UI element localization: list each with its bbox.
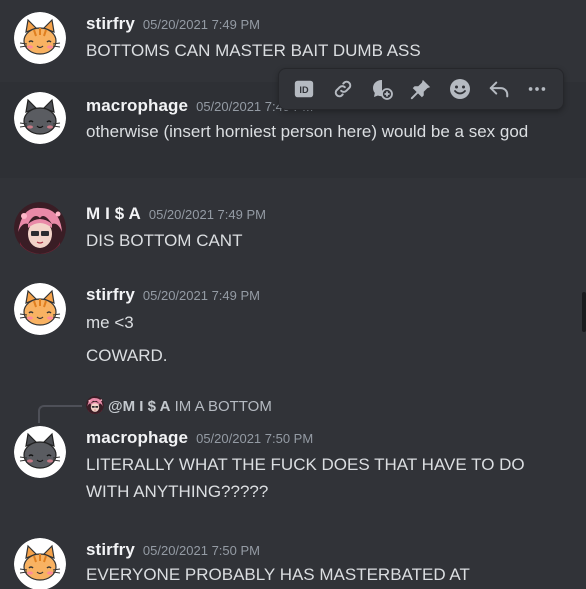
timestamp[interactable]: 05/20/2021 7:49 PM <box>149 207 266 222</box>
avatar[interactable] <box>14 12 66 64</box>
add-reaction-button[interactable] <box>445 74 475 104</box>
reply-avatar <box>86 396 104 414</box>
reply-button[interactable] <box>484 74 514 104</box>
chat-messages: stirfry 05/20/2021 7:49 PM BOTTOMS CAN MA… <box>0 0 586 589</box>
message-content: me <3 <box>86 313 134 332</box>
copy-id-button[interactable]: ID <box>289 74 319 104</box>
reply-reference[interactable]: @M I $ A IM A BOTTOM <box>86 396 272 415</box>
message[interactable]: M I $ A 05/20/2021 7:49 PM DIS BOTTOM CAN… <box>0 190 586 270</box>
copy-link-button[interactable] <box>328 74 358 104</box>
message-content: BOTTOMS CAN MASTER BAIT DUMB ASS <box>86 41 421 60</box>
message-header: macrophage 05/20/2021 7:50 PM <box>86 428 313 448</box>
reply-icon <box>489 81 508 98</box>
timestamp[interactable]: 05/20/2021 7:49 PM <box>143 288 260 303</box>
svg-text:ID: ID <box>300 85 310 95</box>
avatar[interactable] <box>14 426 66 478</box>
message-header: stirfry 05/20/2021 7:49 PM <box>86 14 260 34</box>
message-content: EVERYONE PROBABLY HAS MASTERBATED AT <box>86 565 470 584</box>
timestamp[interactable]: 05/20/2021 7:50 PM <box>143 543 260 558</box>
message[interactable]: stirfry 05/20/2021 7:50 PM EVERYONE PROBA… <box>0 526 586 589</box>
message-content: DIS BOTTOM CANT <box>86 231 243 250</box>
copy-id-icon: ID <box>295 80 314 98</box>
timestamp[interactable]: 05/20/2021 7:49 PM <box>143 17 260 32</box>
pin-button[interactable] <box>406 74 436 104</box>
message-header: stirfry 05/20/2021 7:49 PM <box>86 285 260 305</box>
message-content: LITERALLY WHAT THE FUCK DOES THAT HAVE T… <box>86 455 525 501</box>
avatar[interactable] <box>14 202 66 254</box>
reply-text[interactable]: IM A BOTTOM <box>175 398 272 415</box>
message-header: M I $ A 05/20/2021 7:49 PM <box>86 204 266 224</box>
copy-link-icon <box>335 80 352 98</box>
username[interactable]: M I $ A <box>86 204 141 223</box>
message[interactable]: stirfry 05/20/2021 7:49 PM me <3 COWARD. <box>0 271 586 381</box>
message[interactable]: macrophage 05/20/2021 7:50 PM LITERALLY W… <box>0 420 586 520</box>
username[interactable]: stirfry <box>86 14 135 33</box>
add-reaction-icon <box>449 79 470 99</box>
timestamp[interactable]: 05/20/2021 7:50 PM <box>196 431 313 446</box>
username[interactable]: macrophage <box>86 96 188 115</box>
pin-icon <box>410 79 431 100</box>
create-thread-button[interactable] <box>367 74 397 104</box>
more-options-button[interactable] <box>522 74 552 104</box>
more-options-icon <box>529 87 546 91</box>
avatar[interactable] <box>14 92 66 144</box>
message-actions-toolbar: ID <box>278 68 564 110</box>
message-header: stirfry 05/20/2021 7:50 PM <box>86 540 260 560</box>
message-content: COWARD. <box>86 346 168 365</box>
username[interactable]: macrophage <box>86 428 188 447</box>
avatar[interactable] <box>14 283 66 335</box>
message-content: otherwise (insert horniest person here) … <box>86 122 529 141</box>
avatar[interactable] <box>14 538 66 589</box>
username[interactable]: stirfry <box>86 285 135 304</box>
username[interactable]: stirfry <box>86 540 135 559</box>
create-thread-icon <box>373 80 394 100</box>
reply-username[interactable]: @M I $ A <box>108 398 170 415</box>
scrollbar-thumb[interactable] <box>582 292 586 332</box>
